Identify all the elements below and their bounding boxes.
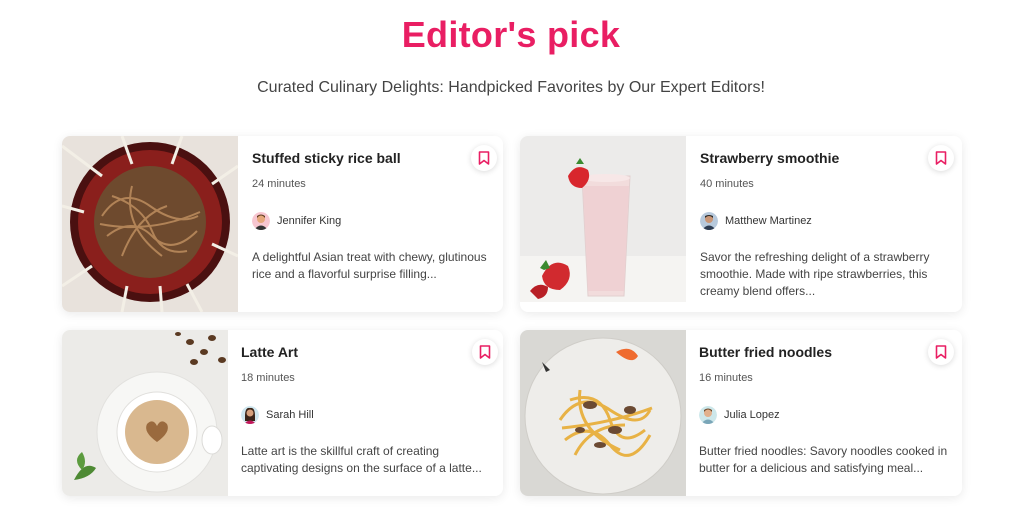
recipe-title[interactable]: Butter fried noodles: [699, 344, 832, 360]
avatar: [699, 406, 717, 424]
recipe-image[interactable]: [520, 136, 686, 302]
bookmark-icon: [478, 151, 490, 165]
bookmark-icon: [935, 151, 947, 165]
recipe-image[interactable]: [520, 330, 686, 496]
recipe-card[interactable]: Butter fried noodles 16 minutes Julia Lo…: [520, 330, 962, 496]
author-name[interactable]: Jennifer King: [277, 215, 341, 227]
bookmark-button[interactable]: [472, 339, 498, 365]
bookmark-button[interactable]: [928, 339, 954, 365]
bookmark-button[interactable]: [471, 145, 497, 171]
bookmark-button[interactable]: [928, 145, 954, 171]
recipe-title[interactable]: Strawberry smoothie: [700, 150, 839, 166]
bookmark-icon: [479, 345, 491, 359]
page-subtitle: Curated Culinary Delights: Handpicked Fa…: [257, 79, 765, 96]
avatar: [700, 212, 718, 230]
author-name[interactable]: Julia Lopez: [724, 409, 780, 421]
recipe-image[interactable]: [62, 136, 238, 312]
recipe-duration: 16 minutes: [699, 372, 753, 384]
recipe-card[interactable]: Stuffed sticky rice ball 24 minutes Jenn…: [62, 136, 503, 312]
recipe-duration: 40 minutes: [700, 178, 754, 190]
recipe-image[interactable]: [62, 330, 228, 496]
avatar: [241, 406, 259, 424]
bookmark-icon: [935, 345, 947, 359]
recipe-description: A delightful Asian treat with chewy, glu…: [252, 250, 487, 281]
recipe-title[interactable]: Stuffed sticky rice ball: [252, 150, 401, 166]
recipe-title[interactable]: Latte Art: [241, 344, 298, 360]
avatar: [252, 212, 270, 230]
recipe-duration: 24 minutes: [252, 178, 306, 190]
recipe-duration: 18 minutes: [241, 372, 295, 384]
page-title: Editor's pick: [401, 14, 621, 55]
recipe-card[interactable]: Latte Art 18 minutes Sarah Hill Latte ar…: [62, 330, 503, 496]
recipe-card[interactable]: Strawberry smoothie 40 minutes Matthew M…: [520, 136, 962, 312]
recipe-description: Latte art is the skillful craft of creat…: [241, 444, 482, 475]
author-name[interactable]: Matthew Martinez: [725, 215, 812, 227]
recipe-description: Butter fried noodles: Savory noodles coo…: [699, 444, 948, 475]
recipe-description: Savor the refreshing delight of a strawb…: [700, 250, 930, 298]
author-name[interactable]: Sarah Hill: [266, 409, 314, 421]
